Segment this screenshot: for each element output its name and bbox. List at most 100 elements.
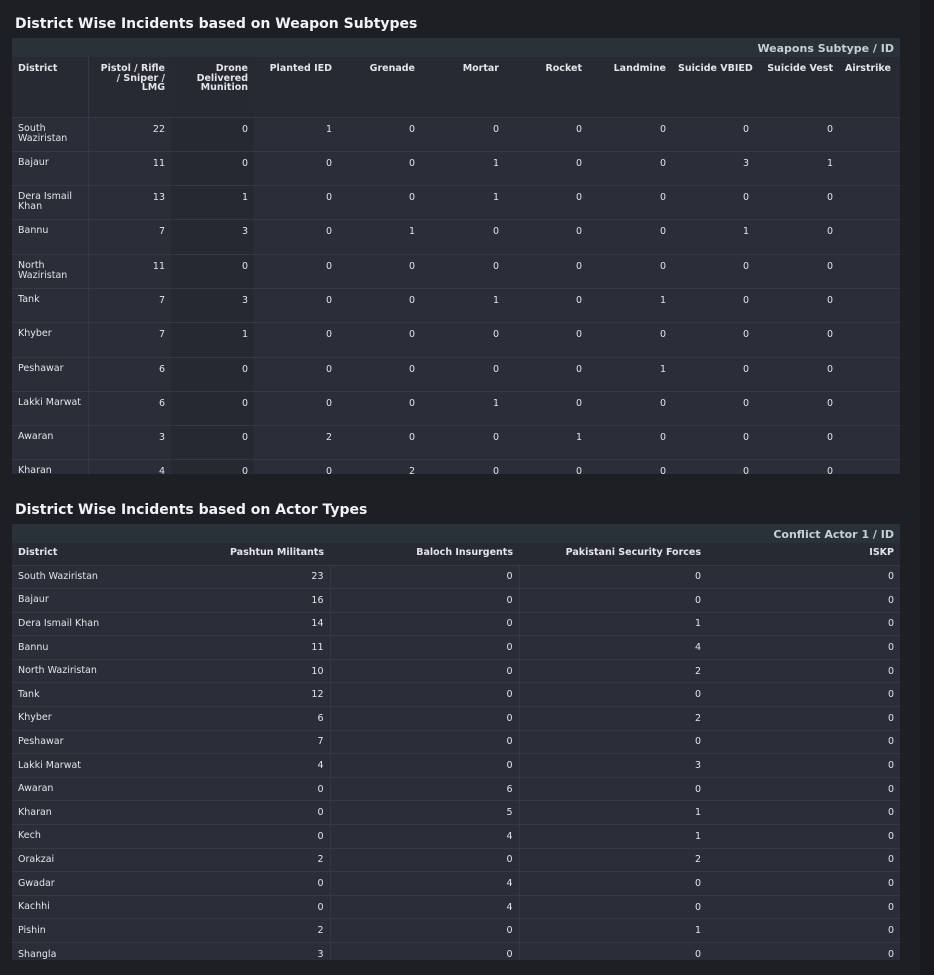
cell-drone: 0 (171, 459, 254, 474)
cell-vest: 0 (755, 253, 839, 289)
actors-table-row: Lakki Marwat 4 0 3 0 (12, 753, 900, 778)
cell-district: North Waziristan (12, 658, 149, 683)
col-header-drone[interactable]: Drone Delivered Munition (171, 57, 254, 117)
cell-grenade: 0 (338, 322, 421, 358)
cell-baloch: 0 (329, 706, 519, 731)
cell-baloch: 4 (329, 894, 519, 919)
cell-baloch: 0 (329, 729, 519, 754)
col-header-district[interactable]: District (12, 543, 149, 565)
col-header-iskp[interactable]: ISKP (707, 543, 900, 565)
cell-vbied: 0 (672, 459, 755, 474)
cell-iskp: 0 (707, 564, 900, 589)
cell-district: Awaran (12, 425, 89, 460)
cell-airstrike (839, 219, 900, 255)
cell-grenade: 0 (338, 253, 421, 289)
cell-pakistani: 0 (518, 729, 707, 754)
cell-district: Shangla (12, 942, 149, 960)
cell-rocket: 0 (505, 287, 588, 323)
cell-landmine: 0 (588, 116, 672, 152)
cell-iskp: 0 (707, 729, 900, 754)
cell-pistol: 3 (88, 425, 171, 460)
cell-district: Pishin (12, 918, 149, 943)
col-header-pistol[interactable]: Pistol / Rifle / Sniper / LMG (88, 57, 171, 117)
cell-vbied: 0 (672, 287, 755, 323)
cell-iskp: 0 (707, 611, 900, 636)
col-header-rocket[interactable]: Rocket (505, 57, 588, 117)
actors-table-row: Peshawar 7 0 0 0 (12, 729, 900, 754)
weapons-table-row: North Waziristan 11 0 0 0 0 0 0 0 0 (12, 253, 900, 289)
cell-drone: 3 (171, 287, 254, 323)
page-scrollbar-track[interactable] (920, 0, 934, 975)
cell-mortar: 0 (421, 219, 505, 255)
actors-table-row: Shangla 3 0 0 0 (12, 942, 900, 960)
cell-mortar: 0 (421, 322, 505, 358)
cell-vbied: 0 (672, 322, 755, 358)
cell-mortar: 1 (421, 185, 505, 220)
col-header-baloch-insurgents[interactable]: Baloch Insurgents (330, 543, 519, 565)
col-header-grenade[interactable]: Grenade (338, 57, 421, 117)
cell-drone: 0 (171, 390, 254, 426)
weapons-table-panel: Weapons Subtype / ID District Pistol / R… (12, 38, 900, 474)
cell-iskp: 0 (707, 894, 900, 919)
weapons-table-row: Bannu 7 3 0 1 0 0 0 1 0 (12, 219, 900, 255)
cell-baloch: 5 (329, 800, 519, 825)
col-header-pashtun-militants[interactable]: Pashtun Militants (149, 543, 330, 565)
cell-landmine: 0 (588, 322, 672, 358)
cell-vest: 0 (755, 322, 839, 358)
cell-pakistani: 1 (518, 824, 707, 849)
cell-airstrike (839, 150, 900, 186)
cell-vest: 0 (755, 356, 839, 392)
cell-vest: 1 (755, 150, 839, 186)
col-header-suicide-vest[interactable]: Suicide Vest (755, 57, 839, 117)
cell-mortar: 0 (421, 253, 505, 289)
cell-iskp: 0 (707, 824, 900, 849)
cell-pakistani: 2 (518, 658, 707, 683)
actors-table-row: Kech 0 4 1 0 (12, 824, 900, 849)
cell-iskp: 0 (707, 800, 900, 825)
cell-vbied: 0 (672, 116, 755, 152)
cell-iskp: 0 (707, 918, 900, 943)
cell-district: Bannu (12, 219, 89, 255)
cell-grenade: 0 (338, 150, 421, 186)
cell-grenade: 0 (338, 287, 421, 323)
cell-district: Khyber (12, 322, 89, 358)
col-header-pakistani-security-forces[interactable]: Pakistani Security Forces (519, 543, 707, 565)
col-header-landmine[interactable]: Landmine (588, 57, 672, 117)
cell-iskp: 0 (707, 847, 900, 872)
cell-pakistani: 0 (518, 588, 707, 613)
actors-table-row: Bajaur 16 0 0 0 (12, 588, 900, 613)
cell-district: South Waziristan (12, 564, 149, 589)
cell-airstrike (839, 425, 900, 460)
cell-iskp: 0 (707, 753, 900, 778)
cell-pistol: 11 (88, 253, 171, 289)
cell-pashtun: 23 (149, 564, 330, 589)
actors-table-row: Bannu 11 0 4 0 (12, 635, 900, 660)
cell-baloch: 0 (329, 635, 519, 660)
actors-table-row: Tank 12 0 0 0 (12, 682, 900, 707)
cell-district: South Waziristan (12, 116, 89, 152)
col-header-district[interactable]: District (12, 57, 89, 117)
col-header-planted-ied[interactable]: Planted IED (254, 57, 338, 117)
actors-table-panel: Conflict Actor 1 / ID District Pashtun M… (12, 524, 900, 960)
cell-landmine: 0 (588, 425, 672, 460)
cell-rocket: 0 (505, 116, 588, 152)
col-header-mortar[interactable]: Mortar (421, 57, 505, 117)
cell-rocket: 0 (505, 322, 588, 358)
cell-vbied: 0 (672, 425, 755, 460)
cell-baloch: 0 (329, 847, 519, 872)
cell-pashtun: 0 (149, 871, 330, 896)
cell-vest: 0 (755, 425, 839, 460)
cell-district: Lakki Marwat (12, 753, 149, 778)
cell-baloch: 0 (329, 564, 519, 589)
cell-ied: 0 (254, 253, 338, 289)
weapons-group-header: Weapons Subtype / ID (12, 38, 900, 57)
col-header-airstrike[interactable]: Airstrike (839, 57, 900, 117)
cell-district: Tank (12, 287, 89, 323)
cell-pistol: 7 (88, 287, 171, 323)
cell-ied: 0 (254, 150, 338, 186)
col-header-suicide-vbied[interactable]: Suicide VBIED (672, 57, 755, 117)
cell-baloch: 0 (329, 611, 519, 636)
cell-grenade: 0 (338, 185, 421, 220)
cell-baloch: 0 (329, 588, 519, 613)
cell-pistol: 13 (88, 185, 171, 220)
